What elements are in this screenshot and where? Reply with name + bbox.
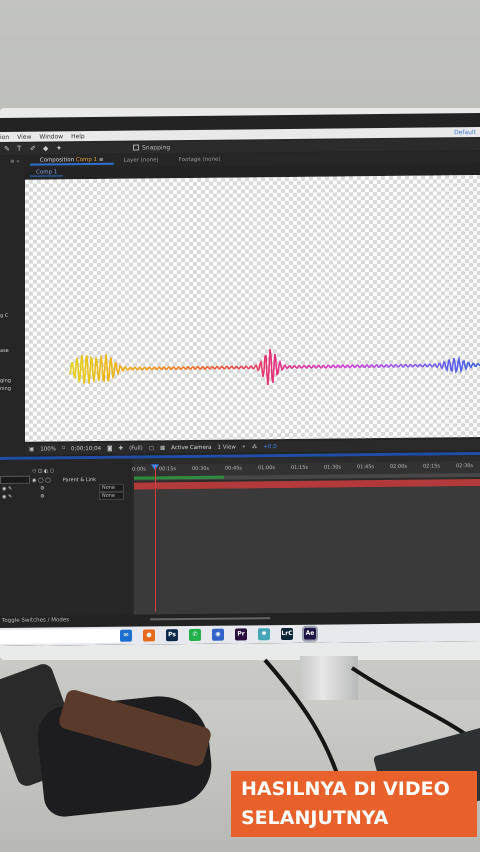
cables (263, 658, 480, 801)
caption-line-1: HASILNYA DI VIDEO (241, 778, 450, 800)
caption-line-2: SELANJUTNYA (241, 807, 389, 829)
photo-scene: ion View Window Help Default ✎ T ✐ ◆ ✦ S… (0, 0, 480, 852)
caption-overlay: HASILNYA DI VIDEO SELANJUTNYA (231, 771, 477, 837)
